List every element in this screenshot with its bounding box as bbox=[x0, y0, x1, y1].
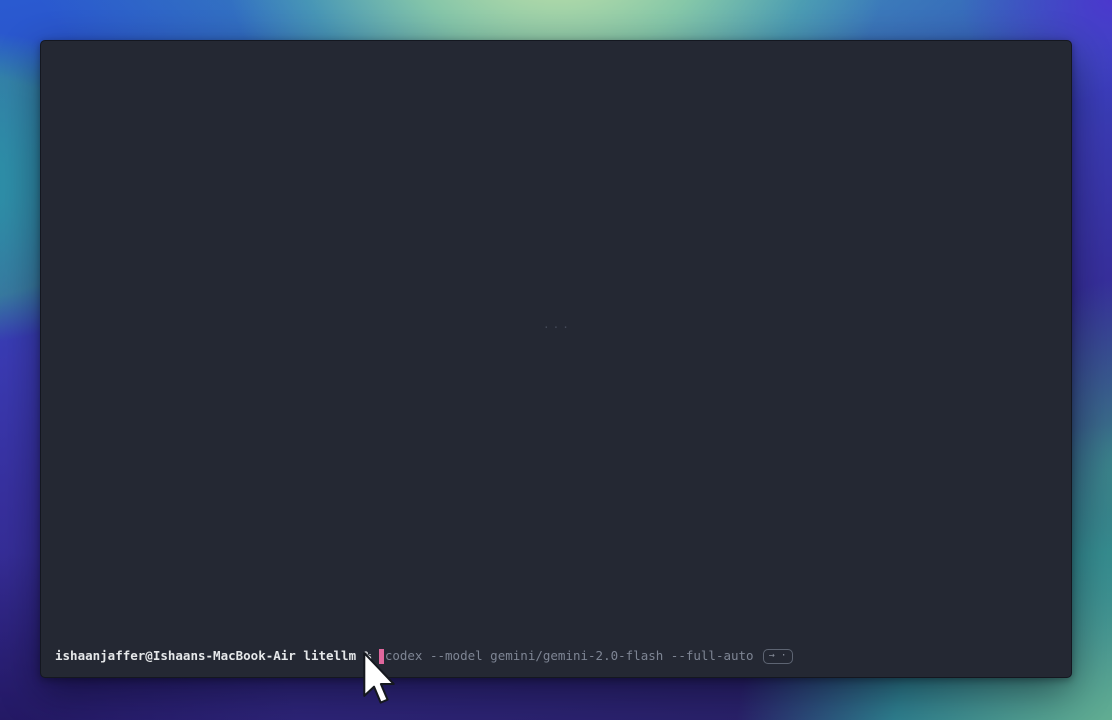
text-cursor bbox=[379, 649, 384, 664]
desktop-wallpaper: ··· ishaanjaffer@Ishaans-MacBook-Air lit… bbox=[0, 0, 1112, 720]
prompt-spacer bbox=[356, 656, 364, 657]
command-prompt-line[interactable]: ishaanjaffer@Ishaans-MacBook-Air litellm… bbox=[55, 648, 1061, 664]
prompt-spacer bbox=[296, 656, 304, 657]
autosuggestion-text: codex --model gemini/gemini-2.0-flash --… bbox=[385, 648, 754, 664]
prompt-directory: litellm bbox=[303, 648, 356, 664]
prompt-user-host: ishaanjaffer@Ishaans-MacBook-Air bbox=[55, 648, 296, 664]
accept-suggestion-badge: → · bbox=[763, 649, 793, 664]
prompt-symbol: % bbox=[364, 648, 372, 664]
terminal-window[interactable]: ··· ishaanjaffer@Ishaans-MacBook-Air lit… bbox=[40, 40, 1072, 678]
prompt-spacer bbox=[371, 656, 379, 657]
loading-dots: ··· bbox=[543, 321, 572, 334]
terminal-output-area[interactable]: ··· bbox=[41, 41, 1071, 677]
